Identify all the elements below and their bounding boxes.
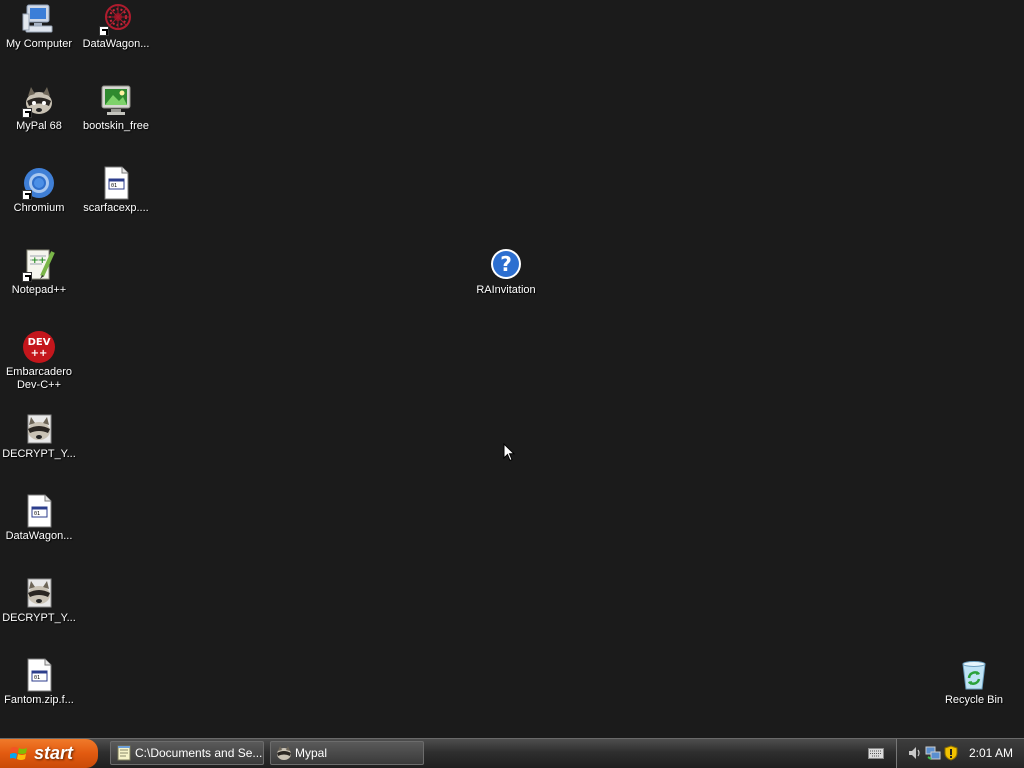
desktop-icon-decrypt-2[interactable]: DECRYPT_Y...	[0, 576, 78, 638]
raccoon-file-icon	[22, 412, 56, 446]
desktop-icon-label: DataWagon...	[82, 38, 150, 50]
desktop-icon-recycle-bin[interactable]: Recycle Bin	[935, 658, 1013, 720]
taskbar-button-label: Mypal	[295, 746, 328, 760]
desktop-icon-label: Notepad++	[11, 284, 67, 296]
recycle-bin-icon	[957, 658, 991, 692]
raccoon-file-icon	[22, 576, 56, 610]
desktop-icon-label: Embarcadero Dev-C++	[5, 366, 73, 391]
desktop-icon-label: DECRYPT_Y...	[2, 448, 76, 460]
desktop-icon-label: Chromium	[13, 202, 65, 214]
shortcut-arrow-icon	[22, 108, 32, 118]
taskbar-button-label: C:\Documents and Se...	[135, 746, 263, 760]
desktop-icon-label: bootskin_free	[82, 120, 150, 132]
help-question-icon: ?	[489, 248, 523, 282]
taskbar-clock[interactable]: 2:01 AM	[969, 739, 1013, 768]
svg-text:?: ?	[500, 252, 512, 276]
desktop-icon-decrypt-1[interactable]: DECRYPT_Y...	[0, 412, 78, 474]
desktop-icon-datawagon-shortcut[interactable]: DataWagon...	[77, 2, 155, 64]
file-icon: 01	[22, 658, 56, 692]
svg-text:DEV: DEV	[28, 337, 51, 348]
mypal-icon	[277, 746, 291, 760]
file-icon: 01	[22, 494, 56, 528]
desktop-icon-embarcadero-dev-cpp[interactable]: DEV ++ Embarcadero Dev-C++	[0, 330, 78, 394]
datawagon-icon	[99, 2, 133, 36]
taskbar-button-notepad[interactable]: C:\Documents and Se...	[110, 741, 264, 765]
svg-text:01: 01	[111, 183, 117, 189]
network-icon[interactable]	[925, 745, 941, 761]
security-shield-icon[interactable]	[943, 745, 959, 761]
desktop-icon-scarfacexp[interactable]: 01 scarfacexp....	[77, 166, 155, 228]
desktop-icon-rainvitation[interactable]: ? RAInvitation	[467, 248, 545, 310]
desktop[interactable]: My Computer DataWagon... MyPal 68 bootsk…	[0, 0, 1024, 738]
desktop-icon-label: DECRYPT_Y...	[2, 612, 76, 624]
computer-icon	[22, 2, 56, 36]
taskbar: start C:\Documents and Se... Mypal 2:01 …	[0, 738, 1024, 768]
desktop-icon-label: My Computer	[5, 38, 73, 50]
taskbar-button-mypal[interactable]: Mypal	[270, 741, 424, 765]
start-button[interactable]: start	[0, 739, 98, 768]
desktop-icon-bootskin-free[interactable]: bootskin_free	[77, 84, 155, 146]
desktop-icon-label: RAInvitation	[476, 284, 536, 296]
mouse-cursor-icon	[503, 443, 515, 462]
desktop-icon-fantom-zip[interactable]: 01 Fantom.zip.f...	[0, 658, 78, 720]
shortcut-arrow-icon	[22, 190, 32, 200]
raccoon-icon	[22, 84, 56, 118]
desktop-icon-datawagon-file[interactable]: 01 DataWagon...	[0, 494, 78, 556]
chromium-icon	[22, 166, 56, 200]
desktop-icon-label: Fantom.zip.f...	[4, 694, 74, 706]
desktop-icon-label: scarfacexp....	[83, 202, 149, 214]
system-tray: 2:01 AM	[896, 739, 1024, 768]
svg-text:01: 01	[34, 511, 40, 517]
windows-flag-icon	[10, 747, 27, 760]
svg-text:++: ++	[31, 256, 46, 266]
start-label: start	[34, 743, 74, 763]
volume-icon[interactable]	[907, 745, 923, 761]
shortcut-arrow-icon	[99, 26, 109, 36]
desktop-icon-label: Recycle Bin	[944, 694, 1004, 706]
shortcut-arrow-icon	[22, 272, 32, 282]
file-icon: 01	[99, 166, 133, 200]
desktop-icon-my-computer[interactable]: My Computer	[0, 2, 78, 64]
desktop-icon-notepad-plus-plus[interactable]: ++ Notepad++	[0, 248, 78, 310]
desktop-icon-mypal-68[interactable]: MyPal 68	[0, 84, 78, 146]
desktop-icon-label: DataWagon...	[5, 530, 73, 542]
dev-cpp-icon: DEV ++	[22, 330, 56, 364]
svg-text:01: 01	[34, 675, 40, 681]
keyboard-icon[interactable]	[868, 748, 884, 759]
desktop-icon-label: MyPal 68	[16, 120, 62, 132]
svg-text:++: ++	[31, 348, 48, 359]
notepad-icon	[117, 745, 131, 761]
desktop-icon-chromium[interactable]: Chromium	[0, 166, 78, 228]
monitor-icon	[99, 84, 133, 118]
notepad-plus-plus-icon: ++	[22, 248, 56, 282]
